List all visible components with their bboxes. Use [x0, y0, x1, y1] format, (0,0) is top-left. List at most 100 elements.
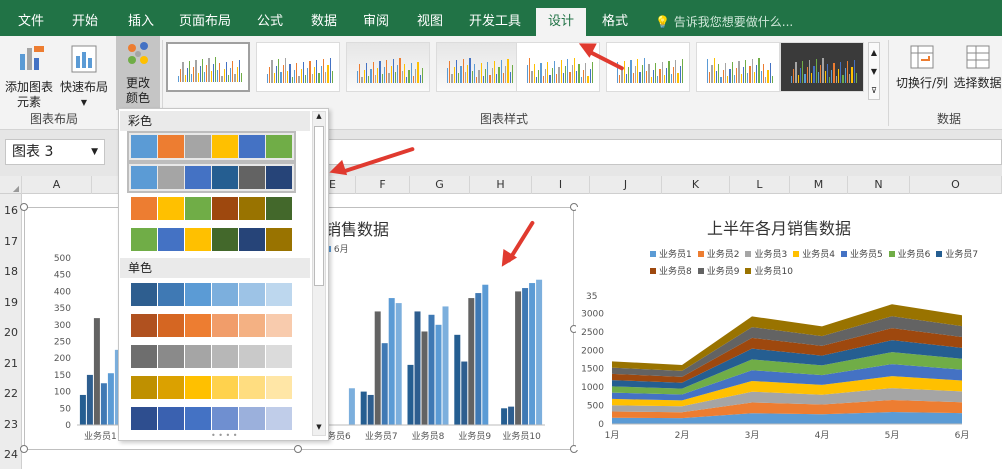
- y-tick-label: 2000: [581, 346, 604, 356]
- thumbnail-bar: [236, 67, 238, 82]
- bar: [79, 394, 86, 425]
- thumbnail-bar: [625, 74, 628, 83]
- thumbnail-bar: [467, 65, 469, 83]
- chart-style-7[interactable]: [696, 42, 780, 92]
- y-tick-label: 3000: [581, 309, 604, 319]
- tab-review[interactable]: 审阅: [356, 8, 396, 36]
- add-chart-element-button[interactable]: 添加图表元素: [4, 42, 56, 110]
- thumbnail-bar: [591, 62, 594, 83]
- thumbnail-bar: [679, 66, 681, 83]
- select-data-button[interactable]: 选择数据: [953, 42, 1002, 91]
- color-swatch: [266, 166, 292, 189]
- scroll-up-icon[interactable]: ▲: [313, 112, 325, 124]
- column-header-A[interactable]: A: [22, 176, 92, 194]
- monochromatic-palette-row[interactable]: [129, 312, 294, 339]
- row-header-18[interactable]: 18: [0, 265, 22, 278]
- tell-me-search[interactable]: 💡 告诉我您想要做什么...: [655, 8, 793, 36]
- scroll-down-icon[interactable]: ▼: [313, 423, 325, 435]
- monochromatic-palette-row[interactable]: [129, 281, 294, 308]
- thumbnail-bar: [799, 68, 802, 83]
- select-all-corner[interactable]: ◢: [0, 176, 22, 194]
- resize-handle[interactable]: [20, 203, 28, 211]
- tab-design[interactable]: 设计: [536, 8, 586, 36]
- tab-view[interactable]: 视图: [410, 8, 450, 36]
- tell-me-text: 告诉我您想要做什么...: [673, 15, 794, 29]
- monochromatic-palette-row[interactable]: [129, 374, 294, 401]
- thumbnail-bar: [549, 75, 551, 83]
- colorful-palette-row[interactable]: [127, 162, 296, 193]
- row-header-21[interactable]: 21: [0, 357, 22, 370]
- column-header-G[interactable]: G: [410, 176, 470, 194]
- x-tick-label: 3月: [745, 430, 760, 441]
- formula-bar[interactable]: [325, 139, 1002, 165]
- tab-formulas[interactable]: 公式: [250, 8, 290, 36]
- chart-style-2[interactable]: [256, 42, 340, 92]
- resize-grip-icon[interactable]: • • • •: [211, 431, 238, 440]
- tab-developer[interactable]: 开发工具: [462, 8, 528, 36]
- thumbnail-bar: [767, 70, 769, 83]
- scroll-thumb[interactable]: [314, 126, 324, 286]
- thumbnail-bar: [630, 60, 632, 83]
- row-header-19[interactable]: 19: [0, 296, 22, 309]
- column-header-H[interactable]: H: [470, 176, 532, 194]
- row-header-17[interactable]: 17: [0, 235, 22, 248]
- column-header-I[interactable]: I: [532, 176, 590, 194]
- tab-file[interactable]: 文件: [8, 8, 54, 36]
- color-swatch: [239, 283, 265, 306]
- change-colors-button[interactable]: 更改颜色: [116, 36, 160, 110]
- chart-style-1[interactable]: [166, 42, 250, 92]
- row-header-24[interactable]: 24: [0, 448, 22, 461]
- thumbnail-bar: [587, 76, 589, 83]
- chart-style-8[interactable]: [780, 42, 864, 92]
- colorful-palette-row[interactable]: [127, 131, 296, 162]
- chart-style-3[interactable]: [346, 42, 430, 92]
- thumbnail-bar: [654, 63, 657, 83]
- dropdown-scrollbar[interactable]: ▲ ▼: [312, 111, 326, 436]
- color-swatch: [266, 283, 292, 306]
- column-header-O[interactable]: O: [910, 176, 1002, 194]
- column-header-J[interactable]: J: [590, 176, 662, 194]
- quick-layout-button[interactable]: 快速布局 ▼: [58, 42, 110, 110]
- thumbnail-bar: [327, 65, 329, 83]
- row-header-16[interactable]: 16: [0, 204, 22, 217]
- monochromatic-palette-row[interactable]: [129, 405, 294, 432]
- row-header-20[interactable]: 20: [0, 326, 22, 339]
- thumbnail-bar: [553, 61, 556, 83]
- chart-style-4[interactable]: [436, 42, 520, 92]
- thumbnail-bar: [753, 72, 756, 83]
- thumbnail-bar: [287, 71, 289, 83]
- colorful-palette-row[interactable]: [129, 195, 294, 222]
- tab-insert[interactable]: 插入: [118, 8, 164, 36]
- tab-data[interactable]: 数据: [304, 8, 344, 36]
- resize-handle[interactable]: [294, 445, 302, 453]
- chevron-down-icon: ▼: [80, 98, 88, 107]
- thumbnail-bar: [282, 65, 284, 83]
- column-header-M[interactable]: M: [790, 176, 848, 194]
- column-header-F[interactable]: F: [356, 176, 410, 194]
- color-swatch: [185, 166, 211, 189]
- resize-handle[interactable]: [20, 445, 28, 453]
- thumbnail-bar: [835, 76, 837, 83]
- monochromatic-palette-row[interactable]: [129, 343, 294, 370]
- tab-page-layout[interactable]: 页面布局: [172, 8, 238, 36]
- thumbnail-bar: [771, 76, 774, 83]
- thumbnail-bar: [191, 74, 193, 82]
- name-box[interactable]: 图表 3 ▼: [5, 139, 105, 165]
- styles-gallery-scroll[interactable]: ▲ ▼ ⊽: [868, 42, 880, 100]
- column-header-L[interactable]: L: [730, 176, 790, 194]
- row-header-22[interactable]: 22: [0, 387, 22, 400]
- bar: [414, 311, 421, 425]
- tab-home[interactable]: 开始: [62, 8, 108, 36]
- switch-row-column-button[interactable]: 切换行/列: [894, 42, 950, 91]
- column-header-N[interactable]: N: [848, 176, 910, 194]
- thumbnail-bar: [650, 77, 652, 83]
- row-header-23[interactable]: 23: [0, 418, 22, 431]
- tab-format[interactable]: 格式: [593, 8, 637, 36]
- color-swatch: [212, 166, 238, 189]
- y-tick-label: 2500: [581, 328, 604, 338]
- color-swatch: [158, 407, 184, 430]
- chart-h1-monthly-sales[interactable]: 上半年各月销售数据 业务员1 业务员2 业务员3 业务员4 业务员5 业务员6 业务员7业务…: [576, 207, 1002, 450]
- colorful-palette-row[interactable]: [129, 226, 294, 253]
- column-header-K[interactable]: K: [662, 176, 730, 194]
- x-tick-label: 1月: [605, 430, 620, 441]
